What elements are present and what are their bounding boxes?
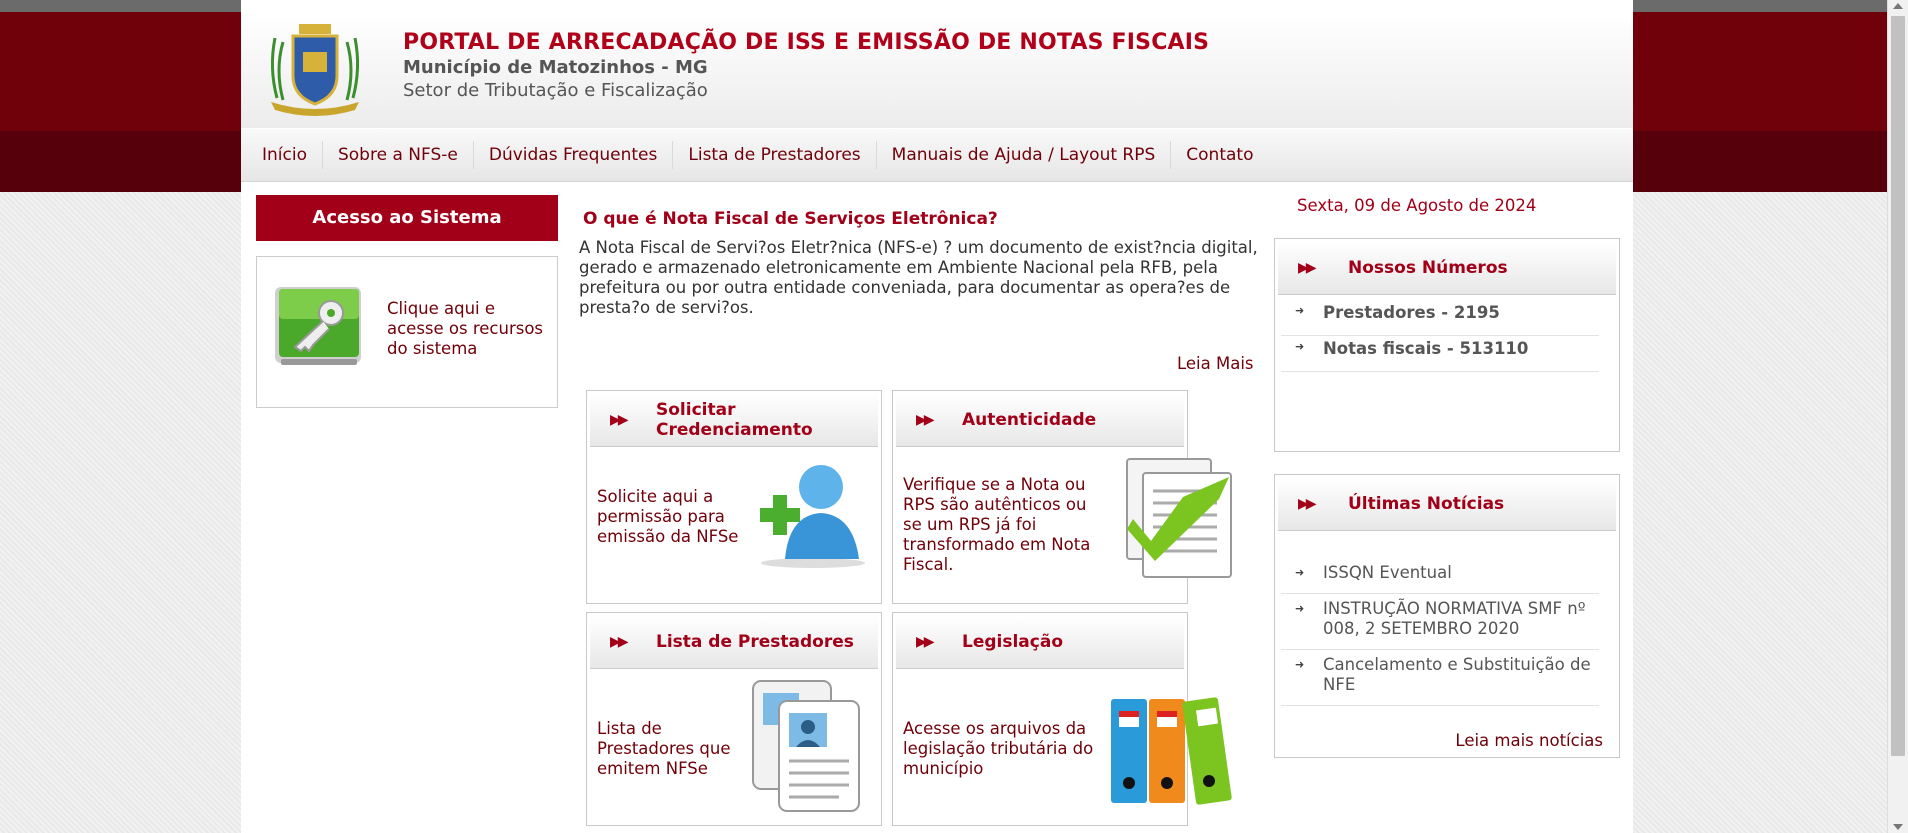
- nfse-question-title: O que é Nota Fiscal de Serviços Eletrôni…: [583, 209, 998, 229]
- box-header: ▶▶ Nossos Números: [1278, 242, 1616, 295]
- card-text: Solicite aqui a permissão para emissão d…: [597, 487, 739, 546]
- news-item-label: ISSQN Eventual: [1323, 563, 1452, 582]
- card-title: Autenticidade: [962, 410, 1097, 430]
- key-icon: [275, 287, 361, 365]
- access-system-heading: Acesso ao Sistema: [256, 195, 558, 241]
- binders-icon: [1111, 697, 1232, 805]
- double-arrow-icon: ▶▶: [916, 634, 934, 650]
- header-titles: PORTAL DE ARRECADAÇÃO DE ISS E EMISSÃO D…: [403, 30, 1209, 101]
- news-item-label: Cancelamento e Substituição de NFE: [1323, 655, 1591, 694]
- card-title: Legislação: [962, 632, 1064, 652]
- arrow-bullet-icon: ➜: [1295, 340, 1305, 353]
- box-header: ▶▶ Últimas Notícias: [1278, 478, 1616, 531]
- sector-name: Setor de Tributação e Fiscalização: [403, 80, 708, 101]
- our-numbers-title: Nossos Números: [1348, 258, 1508, 278]
- card-title: Lista de Prestadores: [656, 632, 854, 652]
- card-title: Solicitar Credenciamento: [656, 400, 813, 440]
- page-container: PORTAL DE ARRECADAÇÃO DE ISS E EMISSÃO D…: [241, 0, 1633, 833]
- nav-item-inicio[interactable]: Início: [241, 141, 323, 169]
- double-arrow-icon: ▶▶: [916, 412, 934, 428]
- arrow-bullet-icon: ➜: [1295, 566, 1305, 579]
- more-news-link[interactable]: Leia mais notícias: [1455, 731, 1603, 750]
- latest-news-title: Últimas Notícias: [1348, 494, 1505, 514]
- access-system-text: Clique aqui e acesse os recursos do sist…: [387, 299, 544, 358]
- list-item: ➜ Notas fiscais - 513110: [1281, 337, 1599, 372]
- municipality-name: Município de Matozinhos - MG: [403, 57, 708, 78]
- double-arrow-icon: ▶▶: [1298, 260, 1316, 276]
- card-legislacao[interactable]: ▶▶ Legislação Acesse os arquivos da legi…: [892, 612, 1232, 826]
- news-item[interactable]: ➜ Cancelamento e Substituição de NFE: [1281, 655, 1599, 706]
- arrow-bullet-icon: ➜: [1295, 304, 1305, 317]
- card-text: Acesse os arquivos da legislação tributá…: [903, 719, 1094, 778]
- scroll-down-arrow-icon[interactable]: [1893, 824, 1903, 830]
- nfse-description: A Nota Fiscal de Servi?os Eletr?nica (NF…: [579, 238, 1258, 317]
- news-item[interactable]: ➜ INSTRUÇÃO NORMATIVA SMF nº 008, 2 SETE…: [1281, 599, 1599, 650]
- card-lista-prestadores[interactable]: ▶▶ Lista de Prestadores Lista de Prestad…: [586, 612, 882, 826]
- nav-item-contato[interactable]: Contato: [1171, 141, 1268, 169]
- card-solicitar-credenciamento[interactable]: ▶▶ Solicitar Credenciamento Solicite aqu…: [586, 390, 882, 604]
- access-system-button[interactable]: Clique aqui e acesse os recursos do sist…: [256, 256, 558, 408]
- card-header: ▶▶ Solicitar Credenciamento: [590, 394, 878, 447]
- latest-news-box: ▶▶ Últimas Notícias ➜ ISSQN Eventual ➜ I…: [1274, 474, 1620, 758]
- municipal-coat-of-arms-icon[interactable]: [263, 18, 367, 118]
- nav-item-lista-prestadores[interactable]: Lista de Prestadores: [673, 141, 877, 169]
- arrow-bullet-icon: ➜: [1295, 602, 1305, 615]
- list-item: ➜ Prestadores - 2195: [1281, 301, 1599, 336]
- our-numbers-box: ▶▶ Nossos Números ➜ Prestadores - 2195 ➜…: [1274, 238, 1620, 452]
- card-autenticidade[interactable]: ▶▶ Autenticidade Verifique se a Nota ou …: [892, 390, 1232, 604]
- news-item-label: INSTRUÇÃO NORMATIVA SMF nº 008, 2 SETEMB…: [1323, 599, 1586, 638]
- nav-item-sobre[interactable]: Sobre a NFS-e: [323, 141, 474, 169]
- invoices-count: Notas fiscais - 513110: [1323, 339, 1529, 358]
- arrow-bullet-icon: ➜: [1295, 658, 1305, 671]
- current-date: Sexta, 09 de Agosto de 2024: [1297, 196, 1537, 215]
- double-arrow-icon: ▶▶: [610, 412, 628, 428]
- header: PORTAL DE ARRECADAÇÃO DE ISS E EMISSÃO D…: [241, 12, 1633, 128]
- card-text: Verifique se a Nota ou RPS são autêntico…: [903, 475, 1091, 574]
- news-item[interactable]: ➜ ISSQN Eventual: [1281, 563, 1599, 594]
- providers-count: Prestadores - 2195: [1323, 303, 1500, 322]
- add-user-icon: [760, 465, 865, 568]
- scroll-up-arrow-icon[interactable]: [1893, 3, 1903, 9]
- card-header: ▶▶ Legislação: [896, 616, 1184, 669]
- contact-cards-icon: [752, 680, 860, 812]
- scrollbar-thumb[interactable]: [1891, 16, 1905, 756]
- main-nav: Início Sobre a NFS-e Dúvidas Frequentes …: [241, 128, 1633, 182]
- card-text: Lista de Prestadores que emitem NFSe: [597, 719, 731, 778]
- card-header: ▶▶ Lista de Prestadores: [590, 616, 878, 669]
- double-arrow-icon: ▶▶: [1298, 496, 1316, 512]
- nav-item-manuais[interactable]: Manuais de Ajuda / Layout RPS: [877, 141, 1172, 169]
- vertical-scrollbar[interactable]: [1887, 0, 1908, 833]
- double-arrow-icon: ▶▶: [610, 634, 628, 650]
- portal-title: PORTAL DE ARRECADAÇÃO DE ISS E EMISSÃO D…: [403, 30, 1210, 55]
- nav-item-duvidas[interactable]: Dúvidas Frequentes: [474, 141, 674, 169]
- verified-document-icon: [1126, 458, 1232, 578]
- card-header: ▶▶ Autenticidade: [896, 394, 1184, 447]
- read-more-link[interactable]: Leia Mais: [1177, 354, 1254, 373]
